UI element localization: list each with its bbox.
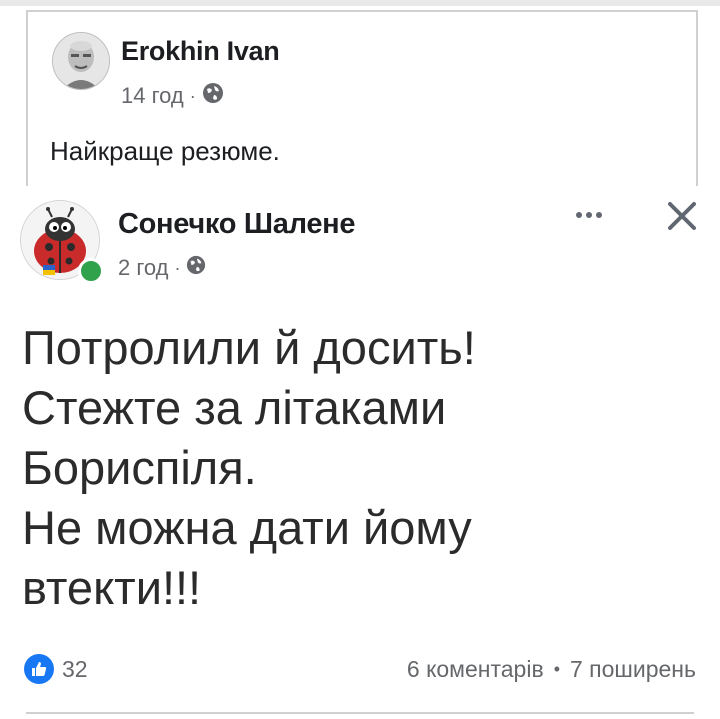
author-name[interactable]: Сонечко Шалене xyxy=(118,208,356,241)
post-meta: 14 год · xyxy=(121,82,224,110)
post-text: Потролили й досить! Стежте за літаками Б… xyxy=(22,318,476,618)
post-stats: 6 коментарів • 7 поширень xyxy=(407,656,696,683)
dot xyxy=(586,212,592,218)
globe-icon xyxy=(202,82,224,110)
meta-separator: · xyxy=(174,257,181,278)
like-icon[interactable] xyxy=(24,654,54,684)
dot xyxy=(596,212,602,218)
comments-count[interactable]: 6 коментарів xyxy=(407,656,544,683)
post-text-line: Не можна дати йому xyxy=(22,501,472,554)
bottom-divider xyxy=(26,712,694,714)
post-time[interactable]: 14 год xyxy=(121,83,184,109)
post-text: Найкраще резюме. xyxy=(50,136,280,166)
shares-count[interactable]: 7 поширень xyxy=(570,656,696,683)
post-time[interactable]: 2 год xyxy=(118,255,168,281)
globe-icon xyxy=(186,255,206,281)
reactions-count[interactable]: 32 xyxy=(62,656,88,683)
close-icon[interactable] xyxy=(664,198,700,234)
meta-separator: · xyxy=(189,85,196,106)
post-meta: 2 год · xyxy=(118,255,206,281)
stats-separator: • xyxy=(553,659,560,679)
post-text-line: Стежте за літаками xyxy=(22,381,447,434)
post-text-line: Потролили й досить! xyxy=(22,321,476,374)
shared-post-card: Erokhin Ivan 14 год · Найкраще резюме. xyxy=(26,10,698,186)
online-status-indicator xyxy=(78,258,104,284)
post-text-line: Бориспіля. xyxy=(22,441,257,494)
more-options-icon[interactable] xyxy=(568,200,610,230)
author-name[interactable]: Erokhin Ivan xyxy=(121,36,280,67)
top-divider xyxy=(0,0,720,6)
post-text-line: втекти!!! xyxy=(22,561,202,614)
dot xyxy=(576,212,582,218)
avatar[interactable] xyxy=(52,32,110,90)
